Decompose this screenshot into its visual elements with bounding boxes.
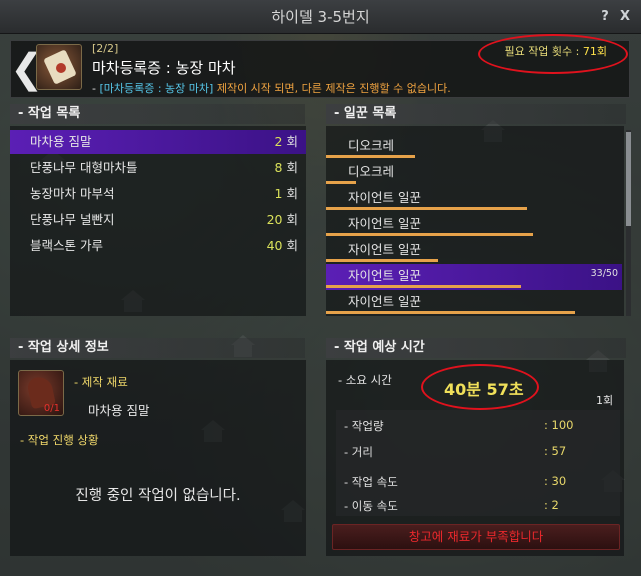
worker-list-item[interactable]: 자이언트 일꾼	[326, 290, 622, 316]
stat-work-speed: - 작업 속도: 30	[344, 474, 567, 489]
work-list-item[interactable]: 마차용 짐말 2 회	[10, 130, 306, 154]
work-item-name: 블랙스톤 가루	[30, 238, 103, 253]
work-item-name: 단풍나무 대형마차틀	[30, 160, 138, 175]
material-name: 마차용 짐말	[88, 403, 150, 418]
workshop-window: 하이델 3-5번지 ? X ❮ [2/2] 마차등록증 : 농장 마차 - [마…	[0, 0, 641, 576]
material-label: - 제작 재료	[74, 375, 128, 389]
work-list-item[interactable]: 단풍나무 대형마차틀 8 회	[10, 156, 306, 180]
worker-list-item[interactable]: 자이언트 일꾼 33/50	[326, 264, 622, 290]
horse-icon[interactable]: 0/1	[18, 370, 64, 416]
worker-stamina-bar	[326, 155, 415, 158]
work-item-name: 단풍나무 널빤지	[30, 212, 115, 227]
worker-stamina-text: 33/50	[590, 268, 618, 279]
work-item-count-unit: 회	[286, 134, 298, 149]
worker-list-item[interactable]: 자이언트 일꾼	[326, 212, 622, 238]
work-item-count: 20 회	[267, 208, 298, 232]
stat-move-speed: - 이동 속도: 2	[344, 498, 559, 513]
help-icon[interactable]: ?	[596, 8, 614, 26]
work-detail-header: - 작업 상세 정보	[10, 338, 305, 358]
work-item-count-value: 1	[274, 186, 283, 201]
worker-list-header: - 일꾼 목록	[326, 104, 626, 124]
work-item-count: 8 회	[275, 156, 298, 180]
worker-name: 자이언트 일꾼	[348, 216, 421, 231]
work-item-count-unit: 회	[286, 212, 298, 227]
work-list-item[interactable]: 농장마차 마부석 1 회	[10, 182, 306, 206]
worker-list-item[interactable]: 디오크레	[326, 134, 622, 160]
work-item-count-value: 8	[274, 160, 283, 175]
work-item-name: 농장마차 마부석	[30, 186, 115, 201]
note-tag: [마차등록증 : 농장 마차]	[99, 82, 214, 95]
worker-stamina-bar	[326, 285, 521, 288]
window-title: 하이델 3-5번지	[271, 8, 370, 26]
highlight-ellipse	[478, 34, 628, 74]
repeat-count: 1회	[596, 394, 614, 407]
title-bar[interactable]: 하이델 3-5번지 ? X	[0, 0, 641, 34]
close-icon[interactable]: X	[616, 8, 634, 26]
worker-name: 자이언트 일꾼	[348, 294, 421, 309]
work-item-count: 2 회	[275, 130, 298, 154]
material-count: 0/1	[43, 403, 60, 414]
work-item-count: 40 회	[267, 234, 298, 258]
worker-stamina-bar	[326, 181, 356, 184]
work-list-item[interactable]: 단풍나무 널빤지 20 회	[10, 208, 306, 232]
recipe-title: 마차등록증 : 농장 마차	[92, 59, 236, 77]
work-list-panel: 마차용 짐말 2 회 단풍나무 대형마차틀 8 회 농장마차 마부석 1 회 단풍나무 널빤…	[10, 126, 306, 316]
work-item-count-value: 40	[266, 238, 283, 253]
worker-stamina-bar	[326, 207, 527, 210]
insufficient-materials-button[interactable]: 창고에 재료가 부족합니다	[332, 524, 620, 550]
worker-list-item[interactable]: 디오크레	[326, 160, 622, 186]
work-list-item[interactable]: 블랙스톤 가루 40 회	[10, 234, 306, 258]
worker-name: 디오크레	[348, 138, 395, 153]
work-item-name: 마차용 짐말	[30, 134, 92, 149]
worker-name: 자이언트 일꾼	[348, 190, 421, 205]
work-item-count-value: 2	[274, 134, 283, 149]
worker-name: 디오크레	[348, 164, 395, 179]
wagon-license-icon	[36, 44, 82, 90]
work-item-count: 1 회	[275, 182, 298, 206]
work-item-count-unit: 회	[286, 238, 298, 253]
stat-distance: - 거리: 57	[344, 444, 567, 459]
work-item-count-value: 20	[266, 212, 283, 227]
progress-label: - 작업 진행 상황	[20, 433, 99, 447]
note-warning: 제작이 시작 되면, 다른 제작은 진행할 수 없습니다.	[213, 82, 451, 95]
highlight-ellipse	[421, 364, 539, 410]
work-item-count-unit: 회	[286, 186, 298, 201]
worker-name: 자이언트 일꾼	[348, 242, 421, 257]
scrollbar-thumb[interactable]	[626, 132, 631, 226]
back-arrow-icon[interactable]: ❮	[10, 46, 44, 92]
stat-work-amount: - 작업량: 100	[344, 418, 574, 433]
worker-list-panel: 디오크레 디오크레 자이언트 일꾼 자이언트 일꾼 자이언트 일꾼 자이언트 일꾼 33/5…	[326, 126, 624, 316]
work-item-count-unit: 회	[286, 160, 298, 175]
stage-indicator: [2/2]	[92, 42, 119, 55]
worker-stamina-bar	[326, 233, 533, 236]
work-list-header: - 작업 목록	[10, 104, 305, 124]
estimated-time-header: - 작업 예상 시간	[326, 338, 626, 358]
duration-label: - 소요 시간	[338, 373, 392, 387]
recipe-note: - [마차등록증 : 농장 마차] 제작이 시작 되면, 다른 제작은 진행할 …	[92, 80, 451, 96]
worker-list-item[interactable]: 자이언트 일꾼	[326, 238, 622, 264]
worker-name: 자이언트 일꾼	[348, 268, 421, 283]
worker-stamina-bar	[326, 259, 438, 262]
worker-list-scrollbar[interactable]	[626, 130, 631, 316]
empty-progress-message: 진행 중인 작업이 없습니다.	[75, 488, 241, 504]
worker-list-item[interactable]: 자이언트 일꾼	[326, 186, 622, 212]
worker-stamina-bar	[326, 311, 575, 314]
